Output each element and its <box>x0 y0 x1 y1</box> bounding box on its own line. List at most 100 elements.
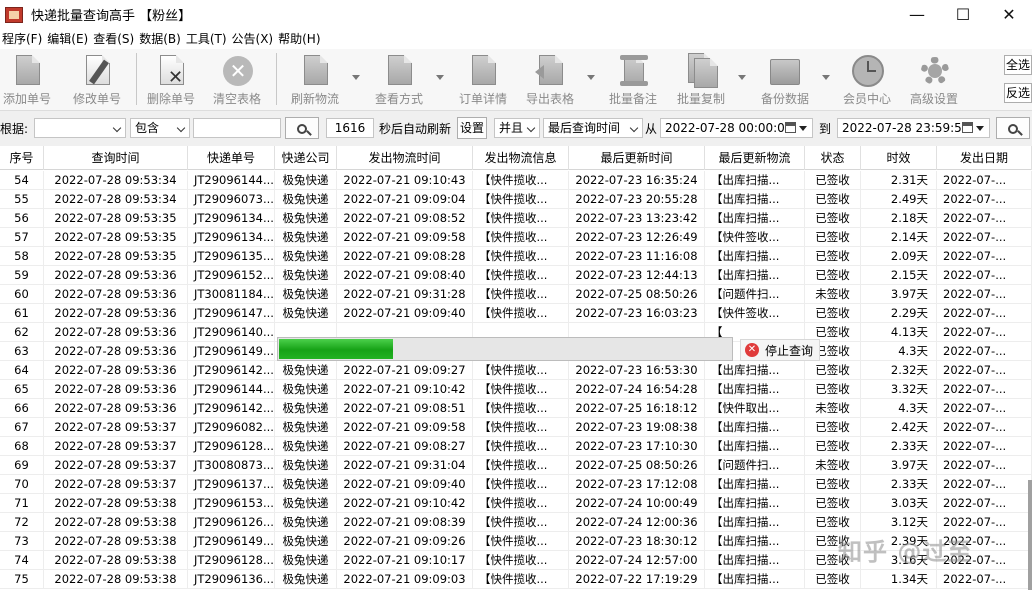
menu-tools[interactable]: 工具(T) <box>184 29 230 49</box>
export-table-button[interactable]: 导出表格 <box>525 53 575 107</box>
cell-col-update-time: 2022-07-23 16:35:24 <box>569 171 705 190</box>
advanced-settings-button[interactable]: 高级设置 <box>908 53 960 107</box>
batch-note-button[interactable]: 批量备注 <box>608 53 658 107</box>
toolbar-separator <box>276 53 277 105</box>
delete-number-button[interactable]: ✕ 删除单号 <box>146 53 196 107</box>
cell-col-ship-date: 2022-07-... <box>937 475 1032 494</box>
cell-col-ship-date: 2022-07-... <box>937 361 1032 380</box>
table-row[interactable]: 58 2022-07-28 09:53:35 JT29096135... 极兔快递 20… <box>0 247 1032 266</box>
view-mode-button[interactable]: 查看方式 <box>374 53 424 107</box>
export-dropdown-icon[interactable] <box>587 75 595 80</box>
table-row[interactable]: 55 2022-07-28 09:53:34 JT29096073... 极兔快递 20… <box>0 190 1032 209</box>
minimize-button[interactable]: — <box>894 0 940 29</box>
table-row[interactable]: 64 2022-07-28 09:53:36 JT29096142... 极兔快递 20… <box>0 361 1032 380</box>
header-col-ship-info[interactable]: 发出物流信息 <box>473 146 569 170</box>
settings-button[interactable]: 设置 <box>457 117 487 139</box>
add-number-button[interactable]: 添加单号 <box>2 53 52 107</box>
maximize-button[interactable]: ☐ <box>940 0 986 29</box>
header-col-status[interactable]: 状态 <box>805 146 861 170</box>
table-row[interactable]: 69 2022-07-28 09:53:37 JT30080873... 极兔快递 20… <box>0 456 1032 475</box>
clear-table-button[interactable]: ✕ 清空表格 <box>212 53 262 107</box>
table-row[interactable]: 67 2022-07-28 09:53:37 JT29096082... 极兔快递 20… <box>0 418 1032 437</box>
cell-col-update-info: 【出库扫描... <box>705 513 805 532</box>
member-center-button[interactable]: 会员中心 <box>842 53 892 107</box>
edit-number-button[interactable]: 修改单号 <box>72 53 122 107</box>
select-all-button[interactable]: 全选 <box>1004 55 1032 75</box>
table-row[interactable]: 59 2022-07-28 09:53:36 JT29096152... 极兔快递 20… <box>0 266 1032 285</box>
table-row[interactable]: 54 2022-07-28 09:53:34 JT29096144... 极兔快递 20… <box>0 171 1032 190</box>
header-col-query-time[interactable]: 查询时间 <box>44 146 188 170</box>
order-detail-label: 订单详情 <box>458 92 507 106</box>
menu-program[interactable]: 程序(F) <box>0 29 45 49</box>
table-row[interactable]: 71 2022-07-28 09:53:38 JT29096153... 极兔快递 20… <box>0 494 1032 513</box>
table-row[interactable]: 72 2022-07-28 09:53:38 JT29096126... 极兔快递 20… <box>0 513 1032 532</box>
cell-col-query-time: 2022-07-28 09:53:38 <box>44 532 188 551</box>
logic-select[interactable]: 并且 <box>494 118 540 138</box>
keyword-input[interactable] <box>193 118 281 138</box>
table-row[interactable]: 68 2022-07-28 09:53:37 JT29096128... 极兔快递 20… <box>0 437 1032 456</box>
refresh-logistics-button[interactable]: 刷新物流 <box>290 53 340 107</box>
invert-selection-button[interactable]: 反选 <box>1004 83 1032 103</box>
match-mode-select[interactable]: 包含 <box>130 118 190 138</box>
order-detail-button[interactable]: 订单详情 <box>458 53 508 107</box>
stop-query-button[interactable]: ✕ 停止查询 <box>740 339 820 361</box>
table-row[interactable]: 60 2022-07-28 09:53:36 JT30081184... 极兔快递 20… <box>0 285 1032 304</box>
cell-col-courier: 极兔快递 <box>275 209 337 228</box>
cell-col-ship-date: 2022-07-... <box>937 342 1032 361</box>
cell-col-ship-info: 【快件揽收... <box>473 209 569 228</box>
cell-col-ship-info: 【快件揽收... <box>473 304 569 323</box>
cell-col-query-time: 2022-07-28 09:53:36 <box>44 399 188 418</box>
cell-col-courier: 极兔快递 <box>275 247 337 266</box>
table-row[interactable]: 57 2022-07-28 09:53:35 JT29096134... 极兔快递 20… <box>0 228 1032 247</box>
menu-view[interactable]: 查看(S) <box>91 29 137 49</box>
cell-col-index: 74 <box>0 551 44 570</box>
header-col-duration[interactable]: 时效 <box>861 146 937 170</box>
table-row[interactable]: 66 2022-07-28 09:53:36 JT29096142... 极兔快递 20… <box>0 399 1032 418</box>
backup-data-button[interactable]: 备份数据 <box>760 53 810 107</box>
header-col-tracking-no[interactable]: 快递单号 <box>188 146 275 170</box>
refresh-dropdown-icon[interactable] <box>352 75 360 80</box>
header-col-update-time[interactable]: 最后更新时间 <box>569 146 705 170</box>
menu-data[interactable]: 数据(B) <box>137 29 184 49</box>
table-row[interactable]: 70 2022-07-28 09:53:37 JT29096137... 极兔快递 20… <box>0 475 1032 494</box>
filter-field-select[interactable] <box>34 118 126 138</box>
to-datetime-picker[interactable]: 2022-07-28 23:59:59 <box>837 118 990 138</box>
refresh-interval-input[interactable]: 1616 <box>326 118 374 138</box>
header-col-courier[interactable]: 快递公司 <box>275 146 337 170</box>
cell-col-ship-date: 2022-07-... <box>937 323 1032 342</box>
cell-col-tracking-no: JT29096128... <box>188 551 275 570</box>
menu-help[interactable]: 帮助(H) <box>276 29 323 49</box>
date-search-button[interactable] <box>996 117 1030 139</box>
cell-col-courier: 极兔快递 <box>275 570 337 589</box>
menu-announcement[interactable]: 公告(X) <box>230 29 277 49</box>
vertical-scrollbar[interactable] <box>1028 480 1032 590</box>
cell-col-duration: 2.42天 <box>861 418 937 437</box>
time-field-select[interactable]: 最后查询时间 <box>543 118 643 138</box>
backup-dropdown-icon[interactable] <box>822 75 830 80</box>
header-col-index[interactable]: 序号 <box>0 146 44 170</box>
header-col-update-info[interactable]: 最后更新物流 <box>705 146 805 170</box>
header-col-ship-time[interactable]: 发出物流时间 <box>337 146 473 170</box>
table-row[interactable]: 75 2022-07-28 09:53:38 JT29096136... 极兔快递 20… <box>0 570 1032 589</box>
cell-col-ship-info: 【快件揽收... <box>473 266 569 285</box>
menu-edit[interactable]: 编辑(E) <box>45 29 91 49</box>
cell-col-ship-info: 【快件揽收... <box>473 570 569 589</box>
cell-col-duration: 2.33天 <box>861 437 937 456</box>
batch-copy-dropdown-icon[interactable] <box>738 75 746 80</box>
from-datetime-picker[interactable]: 2022-07-28 00:00:00 <box>660 118 813 138</box>
cell-col-query-time: 2022-07-28 09:53:36 <box>44 285 188 304</box>
table-row[interactable]: 65 2022-07-28 09:53:36 JT29096144... 极兔快递 20… <box>0 380 1032 399</box>
table-row[interactable]: 56 2022-07-28 09:53:35 JT29096134... 极兔快递 20… <box>0 209 1032 228</box>
cell-col-status: 未签收 <box>805 285 861 304</box>
cell-col-ship-info: 【快件揽收... <box>473 551 569 570</box>
table-row[interactable]: 61 2022-07-28 09:53:36 JT29096147... 极兔快递 20… <box>0 304 1032 323</box>
search-button[interactable] <box>285 117 319 139</box>
close-button[interactable]: ✕ <box>986 0 1032 29</box>
stop-query-label: 停止查询 <box>765 343 814 358</box>
cell-col-ship-date: 2022-07-... <box>937 570 1032 589</box>
search-icon <box>297 124 307 134</box>
batch-copy-button[interactable]: 批量复制 <box>676 53 726 107</box>
header-col-ship-date[interactable]: 发出日期 <box>937 146 1032 170</box>
view-mode-dropdown-icon[interactable] <box>436 75 444 80</box>
window-title: 快递批量查询高手 【粉丝】 <box>31 9 192 24</box>
